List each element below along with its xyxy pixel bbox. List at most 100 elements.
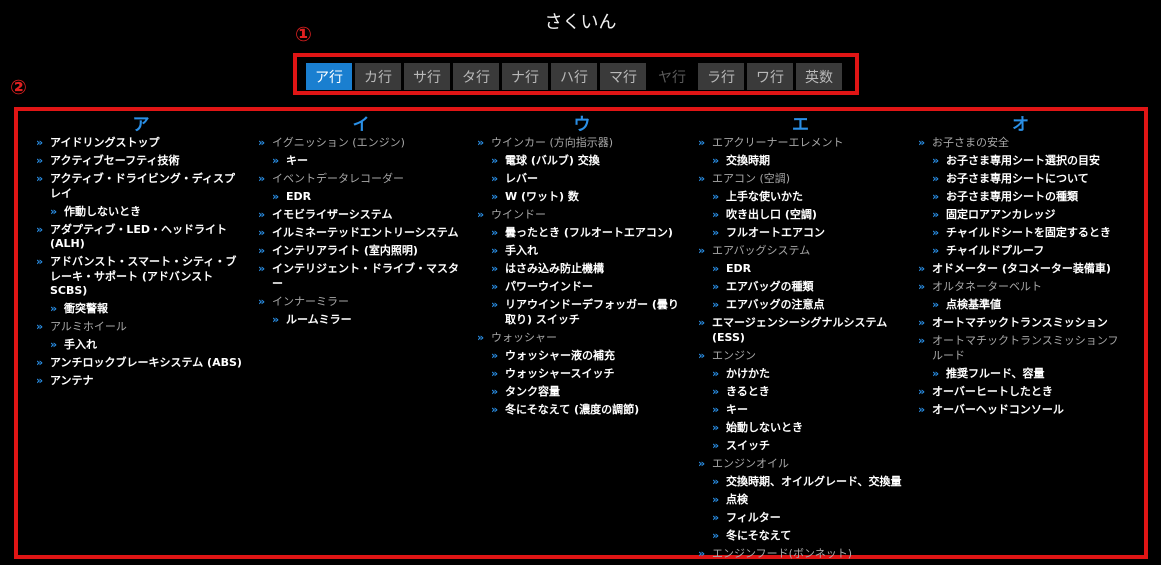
index-entry[interactable]: » ウォッシャー液の補充 — [477, 349, 687, 364]
index-entry[interactable]: » フルオートエアコン — [698, 226, 903, 241]
entry-label: ルームミラー — [286, 312, 352, 326]
index-entry[interactable]: » かけかた — [698, 367, 903, 382]
index-entry[interactable]: » オートマチックトランスミッションフルード — [918, 334, 1123, 363]
index-entry[interactable]: » ルームミラー — [258, 313, 464, 328]
double-chevron-right-icon: » — [918, 136, 926, 149]
index-entry[interactable]: » エンジンフード(ボンネット) — [698, 547, 903, 562]
index-entry[interactable]: » 作動しないとき — [36, 205, 246, 220]
index-entry[interactable]: » 点検基準値 — [918, 298, 1123, 313]
index-entry[interactable]: » 始動しないとき — [698, 421, 903, 436]
index-entry[interactable]: » ウォッシャースイッチ — [477, 367, 687, 382]
tab-5[interactable]: ハ行 — [551, 63, 597, 90]
index-entry[interactable]: » アクティブセーフティ技術 — [36, 154, 246, 169]
double-chevron-right-icon: » — [712, 474, 720, 488]
double-chevron-right-icon: » — [932, 154, 940, 167]
index-entry[interactable]: » お子さま専用シートについて — [918, 172, 1123, 187]
entry-label: アクティブセーフティ技術 — [50, 154, 180, 167]
index-entry[interactable]: » アドバンスト・スマート・シティ・ブレーキ・サポート (アドバンストSCBS) — [36, 255, 246, 299]
index-entry[interactable]: » イベントデータレコーダー — [258, 172, 464, 187]
index-entry[interactable]: » キー — [258, 154, 464, 169]
index-entry[interactable]: » エンジンオイル — [698, 457, 903, 472]
index-entry[interactable]: » 衝突警報 — [36, 302, 246, 317]
index-entry[interactable]: » 推奨フルード、容量 — [918, 367, 1123, 382]
tab-1[interactable]: カ行 — [355, 63, 401, 90]
entry-label: エアバッグの種類 — [726, 280, 814, 293]
tab-2[interactable]: サ行 — [404, 63, 450, 90]
index-entry[interactable]: » イルミネーテッドエントリーシステム — [258, 226, 464, 241]
index-entry[interactable]: » 冬にそなえて (濃度の調節) — [477, 403, 687, 418]
index-entry[interactable]: » タンク容量 — [477, 385, 687, 400]
index-entry[interactable]: » 交換時期 — [698, 154, 903, 169]
tab-8[interactable]: ラ行 — [698, 63, 744, 90]
index-entry[interactable]: » エアバッグの注意点 — [698, 298, 903, 313]
index-entry[interactable]: » チャイルドプルーフ — [918, 244, 1123, 259]
index-entry[interactable]: » インテリアライト (室内照明) — [258, 244, 464, 259]
index-entry[interactable]: » フィルター — [698, 511, 903, 526]
index-entry[interactable]: » レバー — [477, 172, 687, 187]
index-entry[interactable]: » きるとき — [698, 385, 903, 400]
index-entry[interactable]: » ウインカー (方向指示器) — [477, 136, 687, 151]
index-entry[interactable]: » パワーウインドー — [477, 280, 687, 295]
index-entry[interactable]: » スイッチ — [698, 439, 903, 454]
index-entry[interactable]: » お子さまの安全 — [918, 136, 1123, 151]
index-entry[interactable]: » アルミホイール — [36, 320, 246, 335]
index-entry[interactable]: » イグニッション (エンジン) — [258, 136, 464, 151]
index-entry[interactable]: » 手入れ — [36, 338, 246, 353]
index-entry[interactable]: » お子さま専用シートの種類 — [918, 190, 1123, 205]
index-entry[interactable]: » 手入れ — [477, 244, 687, 259]
index-entry[interactable]: » アクティブ・ドライビング・ディスプレイ — [36, 172, 246, 201]
index-entry[interactable]: » チャイルドシートを固定するとき — [918, 226, 1123, 241]
index-entry[interactable]: » アダプティブ・LED・ヘッドライト (ALH) — [36, 223, 246, 252]
index-entry[interactable]: » 曇ったとき (フルオートエアコン) — [477, 226, 687, 241]
index-entry[interactable]: » エアクリーナーエレメント — [698, 136, 903, 151]
tab-0[interactable]: ア行 — [306, 63, 352, 90]
index-entry[interactable]: » エマージェンシーシグナルシステム (ESS) — [698, 316, 903, 345]
index-entry[interactable]: » オートマチックトランスミッション — [918, 316, 1123, 331]
tab-9[interactable]: ワ行 — [747, 63, 793, 90]
index-entry[interactable]: » ウォッシャー — [477, 331, 687, 346]
entry-label: エンジンフード(ボンネット) — [712, 546, 853, 560]
double-chevron-right-icon: » — [272, 190, 280, 203]
index-entry[interactable]: » W (ワット) 数 — [477, 190, 687, 205]
index-entry[interactable]: » 交換時期、オイルグレード、交換量 — [698, 475, 903, 490]
entry-label: EDR — [726, 262, 752, 275]
index-entry[interactable]: » エンジン — [698, 349, 903, 364]
tab-10[interactable]: 英数 — [796, 63, 842, 90]
double-chevron-right-icon: » — [698, 244, 706, 257]
index-entry[interactable]: » EDR — [698, 262, 903, 277]
index-entry[interactable]: » 冬にそなえて — [698, 529, 903, 544]
entry-label: ウインドー — [491, 208, 546, 221]
tab-4[interactable]: ナ行 — [502, 63, 548, 90]
index-entry[interactable]: » エアコン (空調) — [698, 172, 903, 187]
index-entry[interactable]: » アンテナ — [36, 374, 246, 389]
index-entry[interactable]: » インナーミラー — [258, 295, 464, 310]
index-entry[interactable]: » イモビライザーシステム — [258, 208, 464, 223]
double-chevron-right-icon: » — [712, 298, 720, 311]
index-entry[interactable]: » 吹き出し口 (空調) — [698, 208, 903, 223]
index-entry[interactable]: » オドメーター (タコメーター装備車) — [918, 262, 1123, 277]
index-entry[interactable]: » エアバッグの種類 — [698, 280, 903, 295]
double-chevron-right-icon: » — [712, 384, 720, 398]
entry-label: アルミホイール — [50, 320, 127, 333]
tab-3[interactable]: タ行 — [453, 63, 499, 90]
index-entry[interactable]: » エアバッグシステム — [698, 244, 903, 259]
index-entry[interactable]: » 上手な使いかた — [698, 190, 903, 205]
entry-label: イベントデータレコーダー — [272, 172, 404, 185]
index-entry[interactable]: » キー — [698, 403, 903, 418]
index-entry[interactable]: » ウインドー — [477, 208, 687, 223]
index-entry[interactable]: » オルタネーターベルト — [918, 280, 1123, 295]
index-entry[interactable]: » はさみ込み防止機構 — [477, 262, 687, 277]
index-entry[interactable]: » オーバーヘッドコンソール — [918, 403, 1123, 418]
page-title: さくいん — [544, 12, 617, 33]
index-entry[interactable]: » お子さま専用シート選択の目安 — [918, 154, 1123, 169]
index-entry[interactable]: » リアウインドーデフォッガー (曇り取り) スイッチ — [477, 298, 687, 327]
index-entry[interactable]: » 固定ロアアンカレッジ — [918, 208, 1123, 223]
index-entry[interactable]: » EDR — [258, 190, 464, 205]
index-entry[interactable]: » 電球 (バルブ) 交換 — [477, 154, 687, 169]
index-entry[interactable]: » オーバーヒートしたとき — [918, 385, 1123, 400]
index-entry[interactable]: » 点検 — [698, 493, 903, 508]
index-entry[interactable]: » アイドリングストップ — [36, 136, 246, 151]
tab-6[interactable]: マ行 — [600, 63, 646, 90]
index-entry[interactable]: » インテリジェント・ドライブ・マスター — [258, 262, 464, 291]
index-entry[interactable]: » アンチロックブレーキシステム (ABS) — [36, 356, 246, 371]
